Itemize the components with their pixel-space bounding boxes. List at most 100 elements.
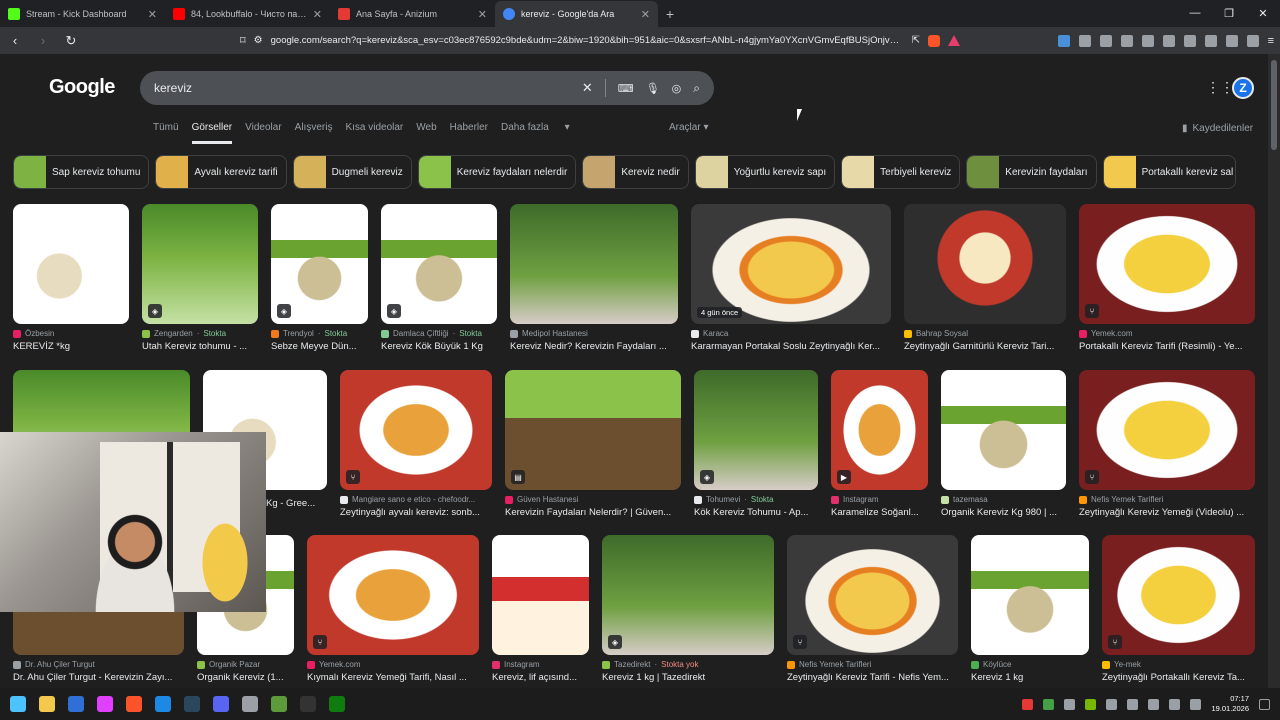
image-result[interactable]: Köylüce Kereviz 1 kg bbox=[971, 535, 1089, 683]
image-result[interactable]: ▤ Güven Hastanesi Kerevizin Faydaları Ne… bbox=[505, 370, 681, 518]
clear-search-icon[interactable]: ✕ bbox=[582, 80, 593, 96]
tab-videos[interactable]: Videolar bbox=[245, 122, 282, 144]
image-result[interactable]: Medipol Hastanesi Kereviz Nedir? Kereviz… bbox=[510, 204, 678, 352]
image-result[interactable]: ⑂ Nefis Yemek Tarifleri Zeytinyağlı Kere… bbox=[1079, 370, 1255, 518]
result-image[interactable]: ▤ bbox=[505, 370, 681, 490]
result-source[interactable]: tazemasa bbox=[941, 495, 1066, 504]
result-image[interactable] bbox=[971, 535, 1089, 655]
image-result[interactable]: Özbesin KEREVİZ *kg bbox=[13, 204, 129, 352]
tray-icon[interactable] bbox=[1127, 698, 1139, 710]
related-chip[interactable]: Kerevizin faydaları bbox=[966, 155, 1097, 189]
result-caption[interactable]: KEREVİZ *kg bbox=[13, 341, 129, 352]
result-caption[interactable]: Kereviz 1 kg | Tazedirekt bbox=[602, 672, 774, 683]
search-input[interactable] bbox=[154, 81, 582, 95]
reload-icon[interactable]: ↻ bbox=[62, 33, 80, 49]
result-source[interactable]: Nefis Yemek Tarifleri bbox=[787, 660, 958, 669]
avatar[interactable]: Z bbox=[1232, 77, 1254, 99]
result-source[interactable]: Bahrap Soysal bbox=[904, 329, 1066, 338]
lens-icon[interactable]: ◎ bbox=[672, 82, 682, 95]
result-caption[interactable]: Kereviz, lif açısınd... bbox=[492, 672, 589, 683]
tray-icon[interactable] bbox=[1106, 698, 1118, 710]
result-image[interactable] bbox=[904, 204, 1066, 324]
close-tab-icon[interactable]: ✕ bbox=[313, 8, 322, 21]
microphone-icon[interactable]: 🎙 bbox=[646, 82, 660, 95]
result-source[interactable]: Organik Pazar bbox=[197, 660, 294, 669]
xbox-icon[interactable] bbox=[329, 696, 345, 712]
app-icon[interactable] bbox=[242, 696, 258, 712]
tab-images[interactable]: Görseller bbox=[191, 122, 233, 144]
result-caption[interactable]: Organik Kereviz Kg 980 | ... bbox=[941, 507, 1066, 518]
related-chip[interactable]: Terbiyeli kereviz bbox=[841, 155, 961, 189]
windows-start-icon[interactable] bbox=[10, 696, 26, 712]
result-source[interactable]: Özbesin bbox=[13, 329, 129, 338]
sidebar-icon[interactable] bbox=[1183, 34, 1196, 47]
result-source[interactable]: Damlaca Çiftliği · Stokta bbox=[381, 329, 497, 338]
related-chip[interactable]: Ayvalı kereviz tarifi bbox=[155, 155, 287, 189]
extension-icon[interactable] bbox=[1078, 34, 1091, 47]
tray-icon[interactable] bbox=[1043, 698, 1055, 710]
result-source[interactable]: Nefis Yemek Tarifleri bbox=[1079, 495, 1255, 504]
search-box[interactable]: ✕ ⌨ 🎙 ◎ ⌕ bbox=[140, 71, 714, 105]
tab-more[interactable]: Daha fazla ▾ bbox=[501, 122, 583, 144]
result-caption[interactable]: Utah Kereviz tohumu - ... bbox=[142, 341, 258, 352]
result-source[interactable]: Zengarden · Stokta bbox=[142, 329, 258, 338]
result-image[interactable]: ⑂ bbox=[1079, 204, 1255, 324]
result-caption[interactable]: Zeytinyağlı Kereviz Yemeği (Videolu) ... bbox=[1079, 507, 1255, 518]
browser-tab-active[interactable]: kereviz - Google'da Ara ✕ bbox=[495, 1, 658, 27]
related-chip[interactable]: Dugmeli kereviz bbox=[292, 155, 412, 189]
page-scrollbar[interactable] bbox=[1268, 54, 1280, 688]
app-icon[interactable] bbox=[68, 696, 84, 712]
result-image[interactable] bbox=[492, 535, 589, 655]
tray-icon[interactable] bbox=[1022, 698, 1034, 710]
image-result[interactable]: ◈ Tazedirekt · Stokta yok Kereviz 1 kg |… bbox=[602, 535, 774, 683]
result-caption[interactable]: Kerevizin Faydaları Nelerdir? | Güven... bbox=[505, 507, 681, 518]
leo-ai-icon[interactable] bbox=[1225, 34, 1238, 47]
related-chip[interactable]: Kereviz nedir bbox=[582, 155, 689, 189]
result-caption[interactable]: Kereviz 1 kg bbox=[971, 672, 1089, 683]
browser-tab[interactable]: Stream - Kick Dashboard ✕ bbox=[0, 1, 165, 27]
music-icon[interactable] bbox=[1162, 34, 1175, 47]
result-source[interactable]: Ye-mek bbox=[1102, 660, 1255, 669]
taskbar-clock[interactable]: 07:17 19.01.2026 bbox=[1211, 694, 1249, 714]
back-icon[interactable]: ‹ bbox=[6, 33, 24, 48]
result-source[interactable]: Yemek.com bbox=[307, 660, 479, 669]
new-tab-button[interactable]: + bbox=[658, 1, 682, 27]
result-image[interactable]: ⑂ bbox=[1102, 535, 1255, 655]
tab-web[interactable]: Web bbox=[416, 122, 436, 144]
keyboard-icon[interactable]: ⌨ bbox=[618, 82, 634, 95]
result-source[interactable]: Trendyol · Stokta bbox=[271, 329, 368, 338]
image-result[interactable]: ⑂ Yemek.com Kıymalı Kereviz Yemeği Tarif… bbox=[307, 535, 479, 683]
site-info-icon[interactable]: ⚙ bbox=[254, 35, 263, 46]
result-image[interactable] bbox=[941, 370, 1066, 490]
search-icon[interactable]: ⌕ bbox=[693, 81, 700, 96]
menu-icon[interactable]: ≡ bbox=[1268, 35, 1274, 47]
restore-icon[interactable]: ❐ bbox=[1212, 0, 1246, 26]
image-result[interactable]: ◈ Damlaca Çiftliği · Stokta Kereviz Kök … bbox=[381, 204, 497, 352]
brave-browser-icon[interactable] bbox=[126, 696, 142, 712]
result-source[interactable]: Dr. Ahu Çiler Turgut bbox=[13, 660, 184, 669]
related-chip[interactable]: Portakallı kereviz sal bbox=[1102, 155, 1236, 189]
close-window-icon[interactable]: ✕ bbox=[1246, 0, 1280, 26]
minecraft-icon[interactable] bbox=[271, 696, 287, 712]
image-result[interactable]: ◈ Trendyol · Stokta Sebze Meyve Dün... bbox=[271, 204, 368, 352]
volume-icon[interactable] bbox=[1190, 698, 1202, 710]
image-result[interactable]: ⑂ Yemek.com Portakallı Kereviz Tarifi (R… bbox=[1079, 204, 1255, 352]
wallet-icon[interactable] bbox=[1204, 34, 1217, 47]
result-image[interactable]: ⑂ bbox=[1079, 370, 1255, 490]
result-image[interactable]: ◈ bbox=[142, 204, 258, 324]
related-chip[interactable]: Yoğurtlu kereviz sapı bbox=[694, 155, 836, 189]
result-source[interactable]: Instagram bbox=[831, 495, 928, 504]
result-caption[interactable]: Zeytinyağlı Garnitürlü Kereviz Tari... bbox=[904, 341, 1066, 352]
image-result[interactable]: Bahrap Soysal Zeytinyağlı Garnitürlü Ker… bbox=[904, 204, 1066, 352]
bookmark-icon[interactable]: ⌑ bbox=[240, 34, 246, 47]
screenshot-icon[interactable] bbox=[1141, 34, 1154, 47]
result-caption[interactable]: Kararmayan Portakal Soslu Zeytinyağlı Ke… bbox=[691, 341, 891, 352]
result-caption[interactable]: Zeytinyağlı Portakallı Kereviz Ta... bbox=[1102, 672, 1255, 683]
saved-button[interactable]: ▮ Kaydedilenler bbox=[1182, 123, 1253, 134]
result-image[interactable]: ⑂ bbox=[787, 535, 958, 655]
result-caption[interactable]: Sebze Meyve Dün... bbox=[271, 341, 368, 352]
vpn-icon[interactable] bbox=[1246, 34, 1259, 47]
image-result[interactable]: ⑂ Mangiare sano e etico - chefoodr... Ze… bbox=[340, 370, 492, 518]
microphone-icon[interactable] bbox=[1148, 698, 1160, 710]
result-caption[interactable]: Kereviz Nedir? Kerevizin Faydaları ... bbox=[510, 341, 678, 352]
